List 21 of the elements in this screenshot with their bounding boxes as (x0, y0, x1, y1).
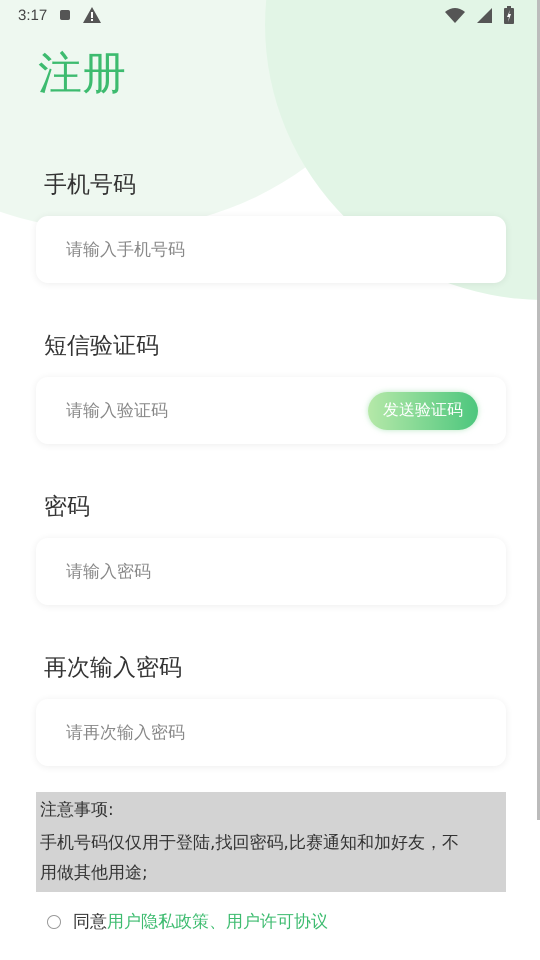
agreement-link[interactable]: 用户隐私政策、用户许可协议 (107, 910, 328, 933)
input-field[interactable]: 请输入手机号码 (64, 238, 478, 260)
send-code-button[interactable]: 发送验证码 (368, 392, 478, 430)
input-field[interactable]: 请再次输入密码 (64, 722, 478, 744)
warning-icon (83, 7, 102, 23)
notice-heading: 注意事项: (40, 799, 115, 822)
signal-icon (477, 8, 492, 22)
wifi-icon (445, 8, 465, 22)
stop-icon (59, 9, 72, 21)
page-title: 注册 (38, 47, 127, 101)
agree-radio[interactable] (47, 914, 61, 928)
input-field[interactable]: 请输入密码 (64, 560, 478, 582)
field-label: 密码 (44, 493, 91, 522)
field-label: 短信验证码 (44, 332, 160, 361)
notice-text: 手机号码仅仅用于登陆,找回密码,比赛通知和加好友，不用做其他用途; (40, 832, 460, 885)
agree-text: 同意 (73, 911, 107, 933)
field-label: 手机号码 (44, 171, 137, 200)
status-time: 3:17 (18, 6, 48, 24)
input-field[interactable]: 请输入验证码 (64, 400, 368, 422)
battery-icon (504, 6, 514, 24)
field-label: 再次输入密码 (44, 654, 183, 683)
